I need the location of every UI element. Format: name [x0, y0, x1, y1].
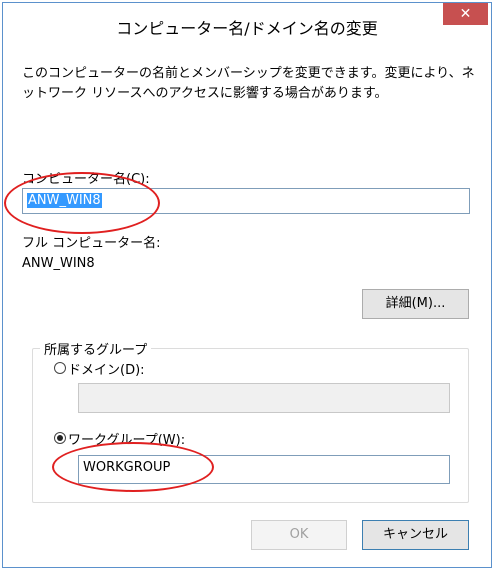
domain-radio[interactable] — [54, 362, 66, 374]
details-button[interactable]: 詳細(M)... — [362, 289, 469, 319]
cancel-button[interactable]: キャンセル — [362, 520, 469, 550]
title-bar[interactable]: コンピューター名/ドメイン名の変更 ✕ — [3, 3, 491, 44]
computer-name-input[interactable]: ANW_WIN8 — [22, 188, 470, 214]
ok-button[interactable]: OK — [251, 520, 347, 550]
computer-name-label: コンピューター名(C): — [22, 172, 150, 187]
description-text: このコンピューターの名前とメンバーシップを変更できます。変更により、ネットワーク… — [22, 66, 475, 101]
full-computer-name-value: ANW_WIN8 — [22, 256, 95, 271]
membership-group-title: 所属するグループ — [40, 339, 152, 358]
dialog-title: コンピューター名/ドメイン名の変更 — [116, 19, 378, 38]
domain-input[interactable] — [78, 383, 450, 413]
workgroup-radio[interactable] — [54, 432, 66, 444]
close-button[interactable]: ✕ — [443, 3, 488, 25]
workgroup-input[interactable]: WORKGROUP — [78, 455, 450, 484]
domain-label: ドメイン(D): — [68, 363, 145, 378]
workgroup-label: ワークグループ(W): — [68, 433, 186, 448]
full-computer-name-label: フル コンピューター名: — [22, 236, 161, 251]
computer-name-value: ANW_WIN8 — [27, 193, 102, 208]
workgroup-value: WORKGROUP — [83, 460, 171, 475]
close-icon: ✕ — [459, 6, 472, 22]
